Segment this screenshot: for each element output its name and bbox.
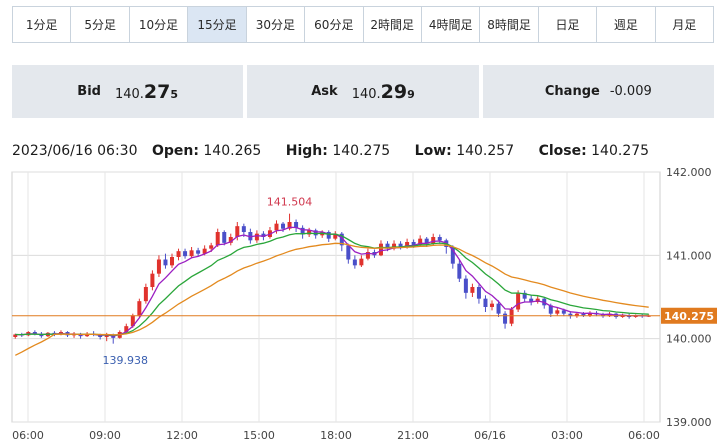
low-label: Low:	[414, 143, 452, 159]
bid-box: Bid 140.275	[12, 65, 244, 118]
candle-body	[470, 287, 475, 293]
candle-body	[274, 223, 279, 231]
x-tick-label: 15:00	[243, 429, 275, 442]
candle-body	[483, 298, 488, 307]
ohlc-open: Open: 140.265	[152, 143, 271, 159]
bid-value: 140.275	[115, 81, 178, 103]
candle-body	[476, 287, 481, 299]
candle-body	[215, 232, 220, 246]
tab-0[interactable]: 1分足	[13, 7, 72, 42]
ohlc-low: Low: 140.257	[415, 143, 524, 159]
ohlc-close: Close: 140.275	[539, 143, 659, 159]
open-label: Open:	[151, 143, 199, 159]
close-label: Close:	[538, 143, 587, 159]
candle-body	[150, 273, 155, 287]
candle-body	[189, 250, 194, 257]
ask-main: 140.	[351, 86, 381, 102]
bid-label: Bid	[77, 84, 101, 99]
candle-body	[137, 301, 142, 316]
candle-body	[241, 226, 246, 232]
high-value: 140.275	[332, 143, 391, 159]
tab-9[interactable]: 日足	[539, 7, 598, 42]
tab-11[interactable]: 月足	[656, 7, 713, 42]
ohlc-readout: 2023/06/16 06:30 Open: 140.265 High: 140…	[12, 143, 669, 159]
candle-body	[437, 237, 442, 241]
y-tick-label: 140.000	[666, 333, 712, 346]
tab-7[interactable]: 4時間足	[422, 7, 481, 42]
ask-big: 29	[380, 80, 408, 103]
ask-box: Ask 140.299	[247, 65, 479, 118]
change-box: Change -0.009	[482, 65, 714, 118]
tab-3[interactable]: 15分足	[188, 7, 247, 42]
tab-1[interactable]: 5分足	[71, 7, 130, 42]
tab-10[interactable]: 週足	[597, 7, 656, 42]
candle-body	[359, 258, 364, 266]
change-label: Change	[544, 84, 600, 99]
candle-body	[561, 310, 566, 314]
low-value: 140.257	[456, 143, 515, 159]
tab-2[interactable]: 10分足	[130, 7, 189, 42]
candle-body	[209, 245, 214, 249]
bid-main: 140.	[114, 86, 144, 102]
candle-body	[163, 259, 168, 266]
ask-label: Ask	[311, 84, 338, 99]
candle-body	[509, 309, 514, 324]
high-label: High:	[285, 143, 328, 159]
candle-body	[503, 313, 508, 324]
candle-body	[516, 292, 521, 310]
candle-body	[431, 237, 436, 244]
close-value: 140.275	[591, 143, 650, 159]
y-tick-label: 139.000	[666, 416, 712, 429]
ohlc-high: High: 140.275	[286, 143, 400, 159]
bid-small: 5	[170, 87, 179, 101]
ohlc-datetime: 2023/06/16 06:30	[12, 143, 138, 159]
candle-body	[496, 303, 501, 314]
low-annotation: 139.938	[102, 354, 148, 367]
candle-body	[143, 287, 148, 302]
x-tick-label: 06/16	[474, 429, 506, 442]
candle-body	[222, 232, 227, 243]
candle-body	[170, 257, 174, 266]
tab-8[interactable]: 8時間足	[480, 7, 539, 42]
high-annotation: 141.504	[267, 195, 313, 208]
ask-value: 140.299	[352, 81, 415, 103]
candle-body	[196, 250, 201, 254]
tab-5[interactable]: 60分足	[305, 7, 364, 42]
candle-body	[254, 233, 259, 241]
candle-body	[490, 303, 494, 307]
tab-4[interactable]: 30分足	[247, 7, 306, 42]
x-tick-label: 21:00	[397, 429, 429, 442]
candle-body	[183, 251, 188, 257]
candle-body	[176, 251, 181, 257]
price-chart[interactable]: 142.000 141.000 140.000 139.000 06:00 09:00 12…	[0, 164, 720, 448]
x-tick-label: 03:00	[551, 429, 583, 442]
x-tick-label: 18:00	[320, 429, 352, 442]
candle-body	[281, 223, 286, 229]
candle-body	[555, 310, 560, 314]
candle-body	[352, 259, 357, 266]
tab-6[interactable]: 2時間足	[364, 7, 422, 42]
candle-body	[235, 226, 240, 237]
candle-body	[463, 278, 468, 293]
candle-body	[156, 259, 161, 274]
candle-body	[457, 263, 462, 279]
open-value: 140.265	[203, 143, 262, 159]
y-tick-label: 141.000	[666, 249, 712, 262]
current-price-label: 140.275	[664, 310, 714, 323]
x-tick-label: 12:00	[166, 429, 198, 442]
candle-body	[378, 243, 383, 256]
x-tick-label: 06:00	[628, 429, 660, 442]
x-tick-label: 09:00	[89, 429, 121, 442]
ask-small: 9	[407, 87, 415, 101]
timeframe-tabs: 1分足 5分足 10分足 15分足 30分足 60分足 2時間足 4時間足 8時間足 日足 週足 月足	[12, 6, 714, 43]
candle-body	[346, 245, 351, 260]
y-tick-label: 142.000	[666, 166, 712, 179]
quote-panel: Bid 140.275 Ask 140.299 Change -0.009	[12, 65, 714, 118]
bid-big: 27	[143, 80, 171, 103]
x-tick-label: 06:00	[12, 429, 44, 442]
change-value: -0.009	[609, 84, 652, 99]
